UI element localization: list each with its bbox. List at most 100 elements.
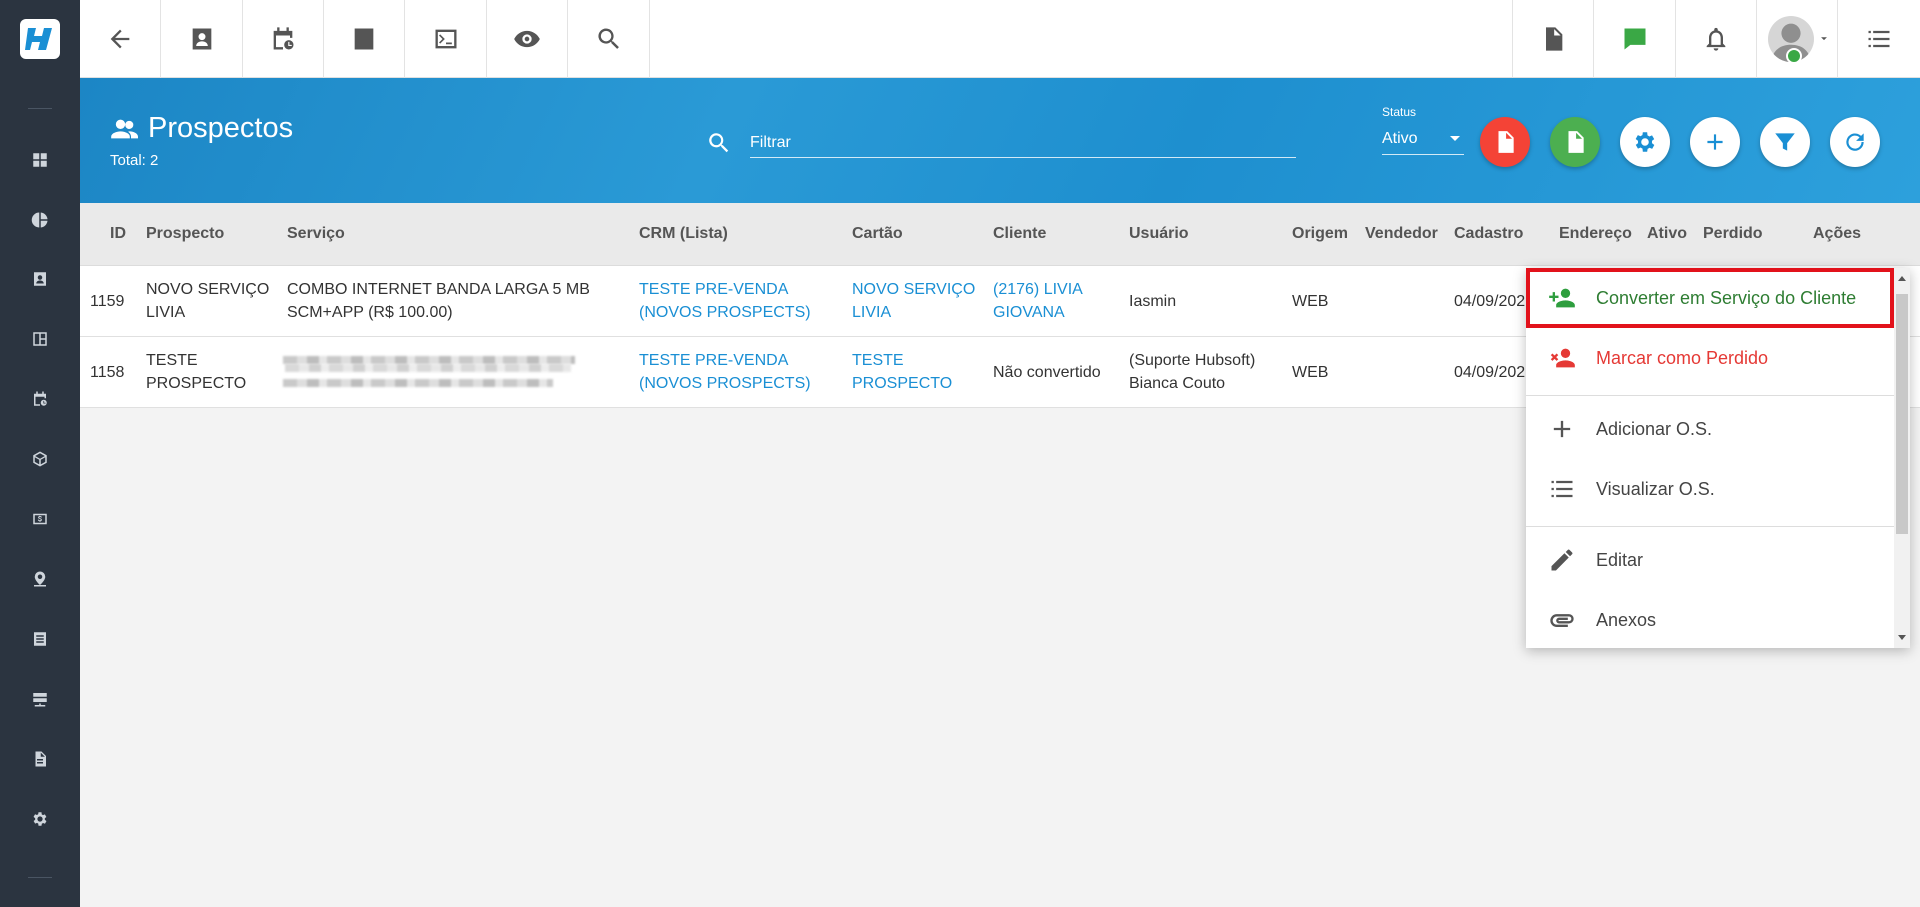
paperclip-icon (1550, 614, 1574, 627)
column-header[interactable]: Cartão (852, 225, 903, 243)
plus-icon (1553, 420, 1571, 438)
search-icon[interactable] (568, 0, 650, 78)
pencil-icon (1551, 549, 1573, 571)
check-chat-icon[interactable] (1593, 0, 1675, 78)
cell-line: PROSPECTO (852, 375, 953, 392)
refresh-icon (1846, 133, 1864, 151)
menu-item-edit[interactable]: Editar (1526, 530, 1894, 590)
top-toolbar (80, 0, 1920, 78)
cell-line: SCM+APP (R$ 100.00) (287, 304, 453, 321)
scroll-up-icon[interactable] (1898, 276, 1906, 281)
column-header[interactable]: Cliente (993, 225, 1046, 243)
calendar-clock-icon[interactable] (28, 387, 52, 411)
calendar-clock-icon[interactable] (243, 0, 324, 78)
cell-prospecto: NOVO SERVIÇO LIVIA (146, 278, 269, 324)
excel-file-icon (1568, 131, 1584, 153)
menu-item-label: Converter em Serviço do Cliente (1596, 287, 1857, 308)
menu-divider (1526, 395, 1894, 396)
dollar-icon[interactable] (324, 0, 405, 78)
redacted-text (285, 364, 571, 372)
location-icon[interactable] (28, 567, 52, 591)
list-icon (1551, 480, 1573, 498)
app-logo[interactable] (20, 19, 60, 59)
file-icon[interactable] (28, 747, 52, 771)
menu-scrollbar[interactable] (1894, 268, 1910, 648)
column-header[interactable]: Usuário (1129, 225, 1189, 243)
column-header[interactable]: Cadastro (1454, 225, 1523, 243)
logo-box[interactable] (0, 0, 80, 78)
cell-line: GIOVANA (993, 304, 1065, 321)
sidebar-divider (28, 108, 52, 109)
page-title: Prospectos (148, 112, 294, 144)
scroll-down-icon[interactable] (1898, 635, 1906, 640)
board-icon[interactable] (28, 327, 52, 351)
package-icon[interactable] (28, 447, 52, 471)
table-header: ID Prospecto Serviço CRM (Lista) Cartão … (80, 203, 1920, 266)
status-select[interactable]: Ativo (1382, 123, 1464, 155)
status-value: Ativo (1382, 129, 1418, 147)
filter-field (706, 128, 1296, 158)
filter-button[interactable] (1760, 117, 1810, 167)
cell-crm-link[interactable]: TESTE PRE-VENDA (NOVOS PROSPECTS) (639, 349, 811, 395)
menu-item-attachments[interactable]: Anexos (1526, 590, 1894, 650)
cell-cartao-link[interactable]: NOVO SERVIÇO LIVIA (852, 278, 975, 324)
cell-cartao-link[interactable]: TESTE PROSPECTO (852, 349, 952, 395)
cell-line: PROSPECTO (146, 375, 247, 392)
page-title-wrap: Prospectos (110, 112, 293, 145)
column-header[interactable]: Ativo (1647, 225, 1687, 243)
sidebar-divider (28, 877, 52, 878)
export-pdf-button[interactable] (1480, 117, 1530, 167)
cell-line: (2176) LIVIA (993, 281, 1083, 298)
cell-line: LIVIA (146, 304, 186, 321)
cell-line: TESTE PRE-VENDA (639, 352, 789, 369)
cell-crm-link[interactable]: TESTE PRE-VENDA (NOVOS PROSPECTS) (639, 278, 811, 324)
column-header[interactable]: Perdido (1703, 225, 1763, 243)
filter-input[interactable] (750, 128, 1296, 158)
column-header[interactable]: Vendedor (1365, 225, 1438, 243)
redacted-text (283, 356, 575, 364)
bell-icon[interactable] (1675, 0, 1756, 78)
dashboard-icon[interactable] (28, 148, 52, 172)
cell-line: LIVIA (852, 304, 892, 321)
menu-item-add-os[interactable]: Adicionar O.S. (1526, 399, 1894, 459)
settings-gear-icon[interactable] (28, 807, 52, 831)
column-header[interactable]: Serviço (287, 225, 345, 243)
menu-list-icon[interactable] (1837, 0, 1920, 78)
cell-servico: COMBO INTERNET BANDA LARGA 5 MB SCM+APP … (287, 278, 590, 324)
column-header[interactable]: Ações (1813, 225, 1861, 243)
eye-icon[interactable] (487, 0, 568, 78)
column-header[interactable]: Endereço (1559, 225, 1632, 243)
export-excel-button[interactable] (1550, 117, 1600, 167)
left-sidebar (0, 0, 80, 907)
scrollbar-thumb[interactable] (1896, 294, 1908, 534)
menu-item-mark-lost[interactable]: Marcar como Perdido (1526, 328, 1894, 388)
menu-item-view-os[interactable]: Visualizar O.S. (1526, 459, 1894, 519)
settings-button[interactable] (1620, 117, 1670, 167)
redacted-text (283, 379, 553, 387)
money-icon[interactable] (28, 507, 52, 531)
contacts-icon[interactable] (28, 267, 52, 291)
cell-cliente-link[interactable]: (2176) LIVIA GIOVANA (993, 278, 1083, 324)
gear-icon (1635, 132, 1655, 152)
cell-origem: WEB (1292, 364, 1329, 381)
add-button[interactable] (1690, 117, 1740, 167)
pie-chart-icon[interactable] (28, 208, 52, 232)
cell-line: NOVO SERVIÇO (852, 281, 976, 298)
column-header[interactable]: Prospecto (146, 225, 224, 243)
user-avatar[interactable] (1756, 0, 1837, 78)
refresh-button[interactable] (1830, 117, 1880, 167)
cell-line: TESTE (146, 352, 198, 369)
column-header[interactable]: CRM (Lista) (639, 225, 728, 243)
server-icon[interactable] (28, 687, 52, 711)
back-arrow-icon[interactable] (80, 0, 161, 78)
document-list-icon[interactable] (28, 627, 52, 651)
pdf-file-icon[interactable] (1512, 0, 1593, 78)
menu-item-convert[interactable]: Converter em Serviço do Cliente (1526, 268, 1894, 328)
contact-card-icon[interactable] (161, 0, 243, 78)
cell-prospecto: TESTE PROSPECTO (146, 349, 246, 395)
cell-line: NOVO SERVIÇO (146, 281, 270, 298)
column-header[interactable]: Origem (1292, 225, 1348, 243)
status-label: Status (1382, 105, 1417, 119)
column-header[interactable]: ID (110, 225, 126, 243)
terminal-icon[interactable] (405, 0, 487, 78)
